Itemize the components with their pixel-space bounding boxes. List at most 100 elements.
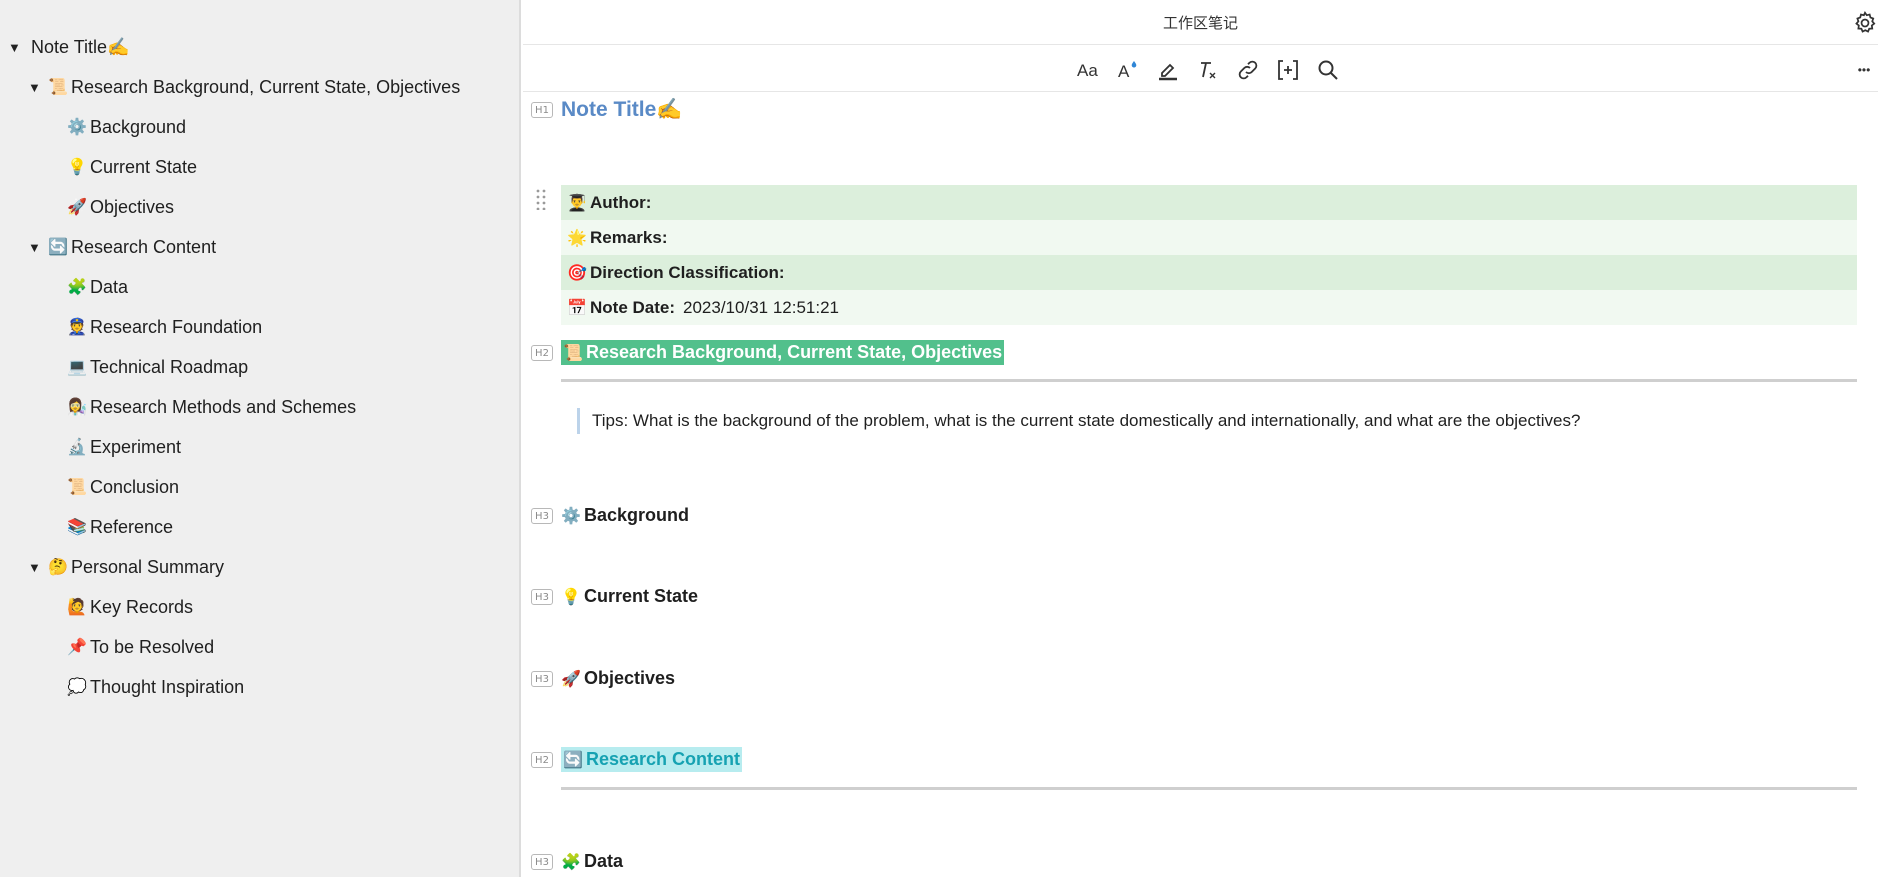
outline-item-label: Key Records [90, 596, 194, 617]
outline-item-conclusion[interactable]: 📜 Conclusion [67, 472, 179, 502]
outline-item-data[interactable]: 🧩 Data [67, 272, 128, 302]
meta-row-direction[interactable]: 🎯 Direction Classification: [561, 255, 1857, 290]
calendar-icon: 📅 [567, 299, 587, 317]
lightbulb-icon: 💡 [561, 589, 581, 606]
graduate-icon: 👨‍🎓 [567, 194, 587, 212]
heading-level-badge: H2 [531, 345, 553, 361]
refresh-icon: 🔄 [563, 752, 583, 769]
more-options-icon[interactable]: ••• [1850, 56, 1878, 84]
insert-block-icon[interactable] [1274, 56, 1302, 84]
heading-text: Research Content [586, 749, 741, 769]
meta-row-note-date[interactable]: 📅 Note Date: 2023/10/31 12:51:21 [561, 290, 1857, 325]
link-icon[interactable] [1234, 56, 1262, 84]
collapse-caret-icon[interactable]: ▼ [28, 80, 48, 95]
outline-item-reference[interactable]: 📚 Reference [67, 512, 173, 542]
puzzle-icon: 🧩 [67, 279, 87, 296]
heading-data[interactable]: 🧩 Data [561, 851, 623, 872]
outline-item-thought-inspiration[interactable]: 💭 Thought Inspiration [67, 672, 244, 702]
lightbulb-icon: 💡 [67, 159, 87, 176]
outline-item-research-content[interactable]: ▼ 🔄 Research Content [28, 232, 216, 262]
microscope-icon: 🔬 [67, 439, 87, 456]
outline-item-personal-summary[interactable]: ▼ 🤔 Personal Summary [28, 552, 224, 582]
scientist-icon: 👩‍🔬 [67, 399, 87, 416]
outline-item-label: Research Content [71, 236, 217, 257]
thought-bubble-icon: 💭 [67, 679, 87, 696]
heading-objectives[interactable]: 🚀 Objectives [561, 668, 675, 689]
outline-item-label: Personal Summary [71, 556, 225, 577]
outline-item-label: Data [90, 276, 129, 297]
heading-current-state[interactable]: 💡 Current State [561, 586, 698, 607]
books-icon: 📚 [67, 519, 87, 536]
raising-hand-icon: 🙋 [67, 599, 87, 616]
heading-level-badge: H2 [531, 752, 553, 768]
gear-icon: ⚙️ [67, 119, 87, 136]
outline-item-technical-roadmap[interactable]: 💻 Technical Roadmap [67, 352, 248, 382]
heading-divider [561, 379, 1857, 382]
heading-background[interactable]: ⚙️ Background [561, 505, 689, 526]
outline-item-background[interactable]: ⚙️ Background [67, 112, 186, 142]
heading-text: Background [584, 505, 690, 525]
collapse-caret-icon[interactable]: ▼ [28, 240, 48, 255]
clear-format-icon[interactable] [1194, 56, 1222, 84]
outline-item-label: Current State [90, 156, 198, 177]
outline-item-label: Research Methods and Schemes [90, 396, 357, 417]
tips-blockquote[interactable]: Tips: What is the background of the prob… [577, 408, 1580, 434]
rocket-icon: 🚀 [67, 199, 87, 216]
editor-pane: 工作区笔记 Aa A ••• H1 N [523, 0, 1878, 877]
meta-row-remarks[interactable]: 🌟 Remarks: [561, 220, 1857, 255]
outline-item-label: Research Foundation [90, 316, 263, 337]
outline-item-label: Note Title✍️ [31, 36, 130, 57]
heading-divider [561, 787, 1857, 790]
outline-item-label: Objectives [90, 196, 175, 217]
meta-key: Note Date: [590, 297, 676, 317]
outline-item-objectives[interactable]: 🚀 Objectives [67, 192, 174, 222]
meta-key: Direction Classification: [590, 262, 785, 282]
outline-item-label: Reference [90, 516, 174, 537]
collapse-caret-icon[interactable]: ▼ [8, 40, 28, 55]
heading-research-background[interactable]: 📜 Research Background, Current State, Obj… [561, 340, 1005, 365]
heading-text: Research Background, Current State, Obje… [586, 342, 1003, 362]
outline-item-note-title[interactable]: ▼ Note Title✍️ [8, 32, 129, 62]
drag-handle-icon[interactable] [535, 188, 547, 211]
heading-level-badge: H3 [531, 589, 553, 605]
meta-key: Remarks: [590, 227, 668, 247]
scroll-icon: 📜 [563, 345, 583, 362]
collapse-caret-icon[interactable]: ▼ [28, 560, 48, 575]
heading-text: Current State [584, 586, 699, 606]
star-icon: 🌟 [567, 229, 587, 247]
meta-value[interactable]: 2023/10/31 12:51:21 [683, 298, 839, 318]
outline-item-research-methods[interactable]: 👩‍🔬 Research Methods and Schemes [67, 392, 356, 422]
window-title: 工作区笔记 [1162, 14, 1238, 32]
font-size-icon[interactable]: Aa [1074, 56, 1102, 84]
outline-item-to-be-resolved[interactable]: 📌 To be Resolved [67, 632, 214, 662]
outline-item-label: Conclusion [90, 476, 180, 497]
outline-item-key-records[interactable]: 🙋 Key Records [67, 592, 193, 622]
highlight-icon[interactable] [1154, 56, 1182, 84]
heading-text: Data [584, 851, 624, 871]
settings-gear-icon[interactable] [1852, 10, 1878, 36]
search-icon[interactable] [1314, 56, 1342, 84]
officer-icon: 👮 [67, 319, 87, 336]
format-toolbar: Aa A ••• [523, 46, 1878, 92]
heading-research-content[interactable]: 🔄 Research Content [561, 747, 743, 772]
outline-item-label: To be Resolved [90, 636, 215, 657]
heading-level-badge: H3 [531, 508, 553, 524]
outline-item-research-foundation[interactable]: 👮 Research Foundation [67, 312, 262, 342]
meta-row-author[interactable]: 👨‍🎓 Author: [561, 185, 1857, 220]
meta-key: Author: [590, 192, 652, 212]
outline-item-experiment[interactable]: 🔬 Experiment [67, 432, 181, 462]
pushpin-icon: 📌 [67, 639, 87, 656]
font-color-icon[interactable]: A [1114, 56, 1142, 84]
outline-item-label: Research Background, Current State, Obje… [71, 76, 461, 97]
scroll-icon: 📜 [67, 479, 87, 496]
scroll-icon: 📜 [48, 79, 68, 96]
heading-text: Objectives [584, 668, 676, 688]
heading-level-badge: H3 [531, 671, 553, 687]
metadata-table: 👨‍🎓 Author: 🌟 Remarks: 🎯 Direction Class… [561, 185, 1857, 325]
outline-item-current-state[interactable]: 💡 Current State [67, 152, 197, 182]
outline-item-research-background[interactable]: ▼ 📜 Research Background, Current State, … [28, 72, 460, 102]
page-title[interactable]: Note Title✍️ [561, 98, 682, 122]
outline-item-label: Experiment [90, 436, 182, 457]
laptop-icon: 💻 [67, 359, 87, 376]
outline-sidebar: ▼ Note Title✍️ ▼ 📜 Research Background, … [0, 0, 521, 877]
